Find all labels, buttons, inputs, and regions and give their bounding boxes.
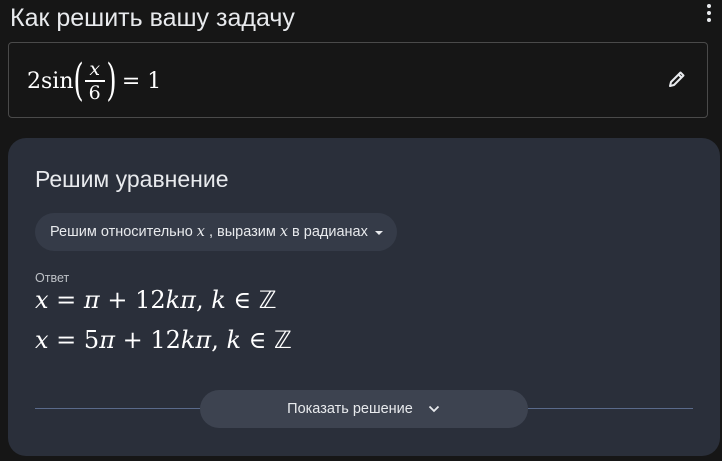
dot bbox=[707, 18, 711, 22]
dot bbox=[707, 4, 711, 8]
divider bbox=[528, 408, 693, 409]
right-paren: ) bbox=[106, 55, 117, 106]
answer-label: Ответ bbox=[35, 271, 70, 285]
caret-down-icon bbox=[374, 230, 383, 235]
chevron-down-icon bbox=[428, 405, 439, 413]
show-solution-button[interactable]: Показать решение bbox=[200, 390, 528, 428]
chip-text-before: Решим относительно bbox=[50, 224, 193, 240]
answer-line: x = 5π + 12kπ, k ∈ ℤ bbox=[35, 326, 292, 354]
equation-input-box[interactable]: 2sin ( x 6 ) = 1 bbox=[8, 42, 708, 118]
chip-variable: x bbox=[279, 224, 289, 240]
chip-text-middle: , выразим bbox=[208, 224, 276, 240]
page: Как решить вашу задачу 2sin ( x 6 ) = 1 … bbox=[0, 0, 722, 461]
page-title: Как решить вашу задачу bbox=[10, 4, 295, 32]
left-paren: ( bbox=[72, 55, 84, 106]
chip-text-after: в радианах bbox=[292, 224, 368, 240]
solution-card: Решим уравнение Решим относительно x , в… bbox=[8, 138, 720, 456]
pencil-icon[interactable] bbox=[665, 67, 689, 91]
fraction-denominator: 6 bbox=[88, 81, 101, 104]
fraction-numerator: x bbox=[89, 58, 101, 81]
equation-expression: 2sin ( x 6 ) = 1 bbox=[27, 55, 161, 107]
solve-options-dropdown[interactable]: Решим относительно x , выразим x в радиа… bbox=[35, 213, 397, 251]
dot bbox=[707, 11, 711, 15]
divider bbox=[35, 408, 200, 409]
more-vert-icon[interactable] bbox=[706, 4, 712, 22]
equation-fraction: x 6 bbox=[84, 58, 105, 104]
equation-rhs: = 1 bbox=[121, 68, 162, 94]
card-title: Решим уравнение bbox=[35, 166, 229, 192]
answer-line: x = π + 12kπ, k ∈ ℤ bbox=[35, 286, 277, 314]
equation-coefficient: 2sin bbox=[27, 68, 74, 94]
show-solution-label: Показать решение bbox=[287, 401, 413, 417]
chip-variable: x bbox=[196, 224, 205, 240]
